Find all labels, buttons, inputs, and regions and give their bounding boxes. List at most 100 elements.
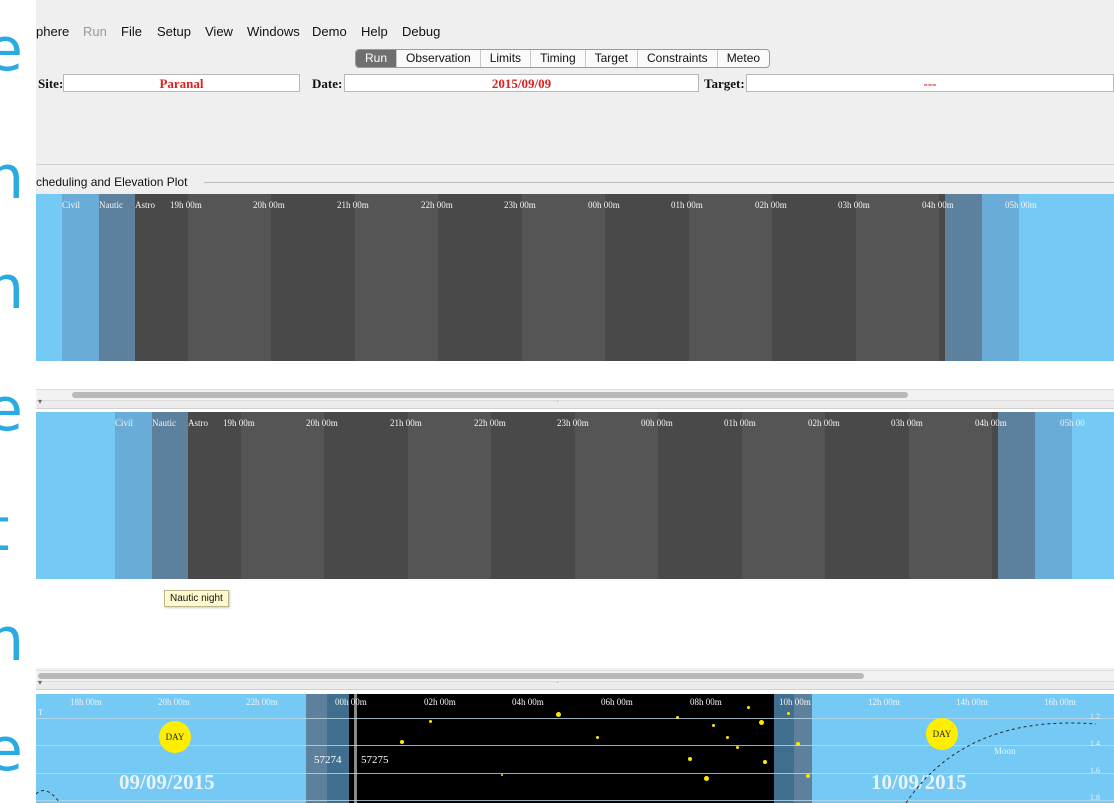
decor-letter: n (0, 605, 25, 675)
time-tick: 22h 00m (474, 418, 506, 428)
time-tick: 04h 00m (922, 200, 954, 210)
star-marker (501, 774, 503, 776)
section-border (204, 182, 1114, 183)
menu-debug[interactable]: Debug (402, 24, 440, 39)
moon-path (36, 790, 61, 803)
time-tick: 19h 00m (170, 200, 202, 210)
tab-meteo[interactable]: Meteo (718, 50, 769, 67)
star-marker (763, 760, 767, 764)
menu-demo[interactable]: Demo (312, 24, 347, 39)
collapse-caret-icon[interactable]: ▾ (38, 397, 42, 406)
menu-app[interactable]: phere (36, 24, 69, 39)
menu-view[interactable]: View (205, 24, 233, 39)
target-field[interactable]: --- (746, 74, 1114, 92)
time-tick: 21h 00m (390, 418, 422, 428)
date-field[interactable]: 2015/09/09 (344, 74, 699, 92)
tab-run[interactable]: Run (356, 50, 398, 67)
star-marker (676, 716, 679, 719)
civil-twilight-band (62, 194, 99, 361)
split-divider[interactable]: ▾ · (36, 678, 1114, 690)
time-tick: 23h 00m (504, 200, 536, 210)
time-tick: 05h 00 (1060, 418, 1085, 428)
separator (36, 164, 1114, 165)
time-tick: 00h 00m (641, 418, 673, 428)
star-marker (747, 706, 750, 709)
hour-stripe (575, 412, 658, 579)
time-tick: 02h 00m (755, 200, 787, 210)
elevation-plot[interactable]: 18h 00m 20h 00m 22h 00m 00h 00m 02h 00m … (36, 694, 1114, 803)
star-marker (556, 712, 561, 717)
menu-setup[interactable]: Setup (157, 24, 191, 39)
scheduling-plot-top[interactable]: Civil Nautic Astro 19h 00m 20h 00m 21h 0… (36, 194, 1114, 361)
nautic-twilight-band (998, 412, 1035, 579)
star-marker (429, 720, 432, 723)
star-marker (688, 757, 692, 761)
tab-constraints[interactable]: Constraints (638, 50, 718, 67)
nautic-twilight-band (99, 194, 135, 361)
twilight-label-nautic: Nautic (99, 200, 123, 210)
tab-observation[interactable]: Observation (397, 50, 481, 67)
tab-limits[interactable]: Limits (481, 50, 532, 67)
time-tick: 05h 00m (1005, 200, 1037, 210)
scrollbar-thumb[interactable] (72, 392, 908, 398)
app-window: phere Run File Setup View Windows Demo H… (36, 0, 1114, 803)
tab-target[interactable]: Target (586, 50, 638, 67)
time-tick: 00h 00m (588, 200, 620, 210)
hour-stripe (241, 412, 324, 579)
time-tick: 22h 00m (421, 200, 453, 210)
scrollbar-thumb[interactable] (38, 673, 864, 679)
horizontal-scrollbar[interactable] (36, 670, 1114, 682)
hour-stripe (408, 412, 491, 579)
tooltip: Nautic night (164, 590, 229, 607)
plot-gap (36, 361, 1114, 389)
decor-letter: n (0, 143, 25, 213)
twilight-label-civil: Civil (115, 418, 134, 428)
info-row: Site: Paranal Date: 2015/09/09 Target: -… (36, 72, 1114, 94)
hour-stripe (522, 194, 605, 361)
decor-letter: n (0, 253, 25, 323)
site-label: Site: (38, 76, 64, 91)
tab-bar: Run Observation Limits Timing Target Con… (355, 49, 771, 68)
twilight-label-astro: Astro (188, 418, 208, 428)
civil-twilight-band (982, 194, 1019, 361)
time-tick: 01h 00m (671, 200, 703, 210)
target-label: Target: (704, 76, 745, 91)
civil-twilight-band (1035, 412, 1072, 579)
star-marker (736, 746, 739, 749)
scheduling-plot-middle[interactable]: Civil Nautic Astro 19h 00m 20h 00m 21h 0… (36, 412, 1114, 579)
hour-stripe (355, 194, 438, 361)
time-tick: 03h 00m (891, 418, 923, 428)
site-field[interactable]: Paranal (63, 74, 300, 92)
menu-bar: phere Run File Setup View Windows Demo H… (36, 20, 1114, 42)
menu-file[interactable]: File (121, 24, 142, 39)
time-tick: 19h 00m (223, 418, 255, 428)
twilight-label-nautic: Nautic (152, 418, 176, 428)
time-tick: 23h 00m (557, 418, 589, 428)
tab-timing[interactable]: Timing (531, 50, 586, 67)
moon-path (905, 722, 1097, 803)
time-tick: 21h 00m (337, 200, 369, 210)
section-title: cheduling and Elevation Plot (36, 175, 192, 189)
star-marker (726, 736, 729, 739)
star-marker (806, 774, 810, 778)
decor-letter: e (0, 375, 23, 445)
split-divider[interactable]: ▾ · (36, 397, 1114, 409)
hour-stripe (188, 194, 271, 361)
star-marker (596, 736, 599, 739)
hour-stripe (742, 412, 825, 579)
time-tick: 20h 00m (253, 200, 285, 210)
time-tick: 20h 00m (306, 418, 338, 428)
left-decorative-strip: e n n e t n e (0, 0, 36, 803)
collapse-caret-icon[interactable]: ▾ (38, 678, 42, 687)
horizontal-scrollbar[interactable] (36, 389, 1114, 401)
hour-stripe (689, 194, 772, 361)
hour-stripe (856, 194, 939, 361)
menu-help[interactable]: Help (361, 24, 388, 39)
star-marker (759, 720, 764, 725)
time-tick: 02h 00m (808, 418, 840, 428)
star-marker (796, 742, 800, 746)
drag-handle-icon[interactable]: · (556, 678, 559, 687)
menu-run[interactable]: Run (83, 24, 107, 39)
menu-windows[interactable]: Windows (247, 24, 300, 39)
drag-handle-icon[interactable]: · (556, 397, 559, 406)
